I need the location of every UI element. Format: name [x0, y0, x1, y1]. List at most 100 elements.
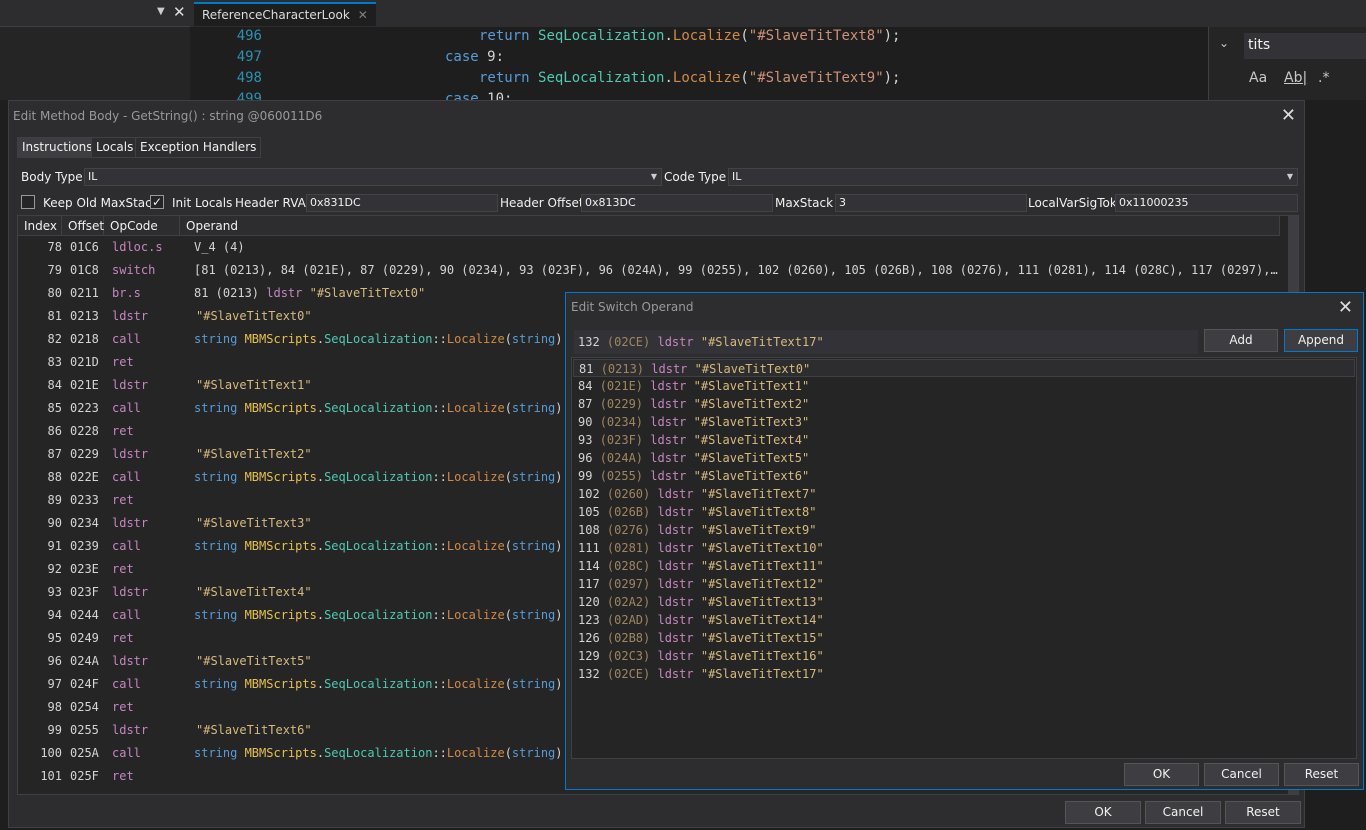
item-string: "#SlaveTitText17"	[700, 667, 824, 681]
ok-button[interactable]: OK	[1065, 801, 1141, 824]
code-token: Localize	[446, 332, 505, 346]
column-header-operand[interactable]: Operand	[180, 216, 1280, 236]
column-header-offset[interactable]: Offset	[62, 216, 104, 236]
list-item[interactable]: 108 (0276) ldstr "#SlaveTitText9"	[578, 521, 816, 539]
cell-index: 82	[47, 332, 62, 346]
tab-locals[interactable]: Locals	[91, 137, 139, 158]
item-opcode: ldstr	[657, 487, 701, 501]
init-locals-checkbox[interactable]: ✓	[150, 195, 164, 209]
item-index: 126	[578, 631, 607, 645]
cell-operand: "#SlaveTitText0"	[196, 309, 312, 323]
header-rva-field[interactable]: 0x831DC	[306, 194, 498, 212]
list-item[interactable]: 114 (028C) ldstr "#SlaveTitText11"	[578, 557, 824, 575]
list-item[interactable]: 87 (0229) ldstr "#SlaveTitText2"	[578, 395, 809, 413]
item-string: "#SlaveTitText13"	[700, 595, 824, 609]
match-case-icon[interactable]: Aa	[1249, 70, 1267, 86]
cell-index: 97	[47, 677, 62, 691]
item-opcode: ldstr	[657, 577, 701, 591]
column-header-opcode[interactable]: OpCode	[104, 216, 180, 236]
chevron-down-icon[interactable]: ⌄	[1219, 36, 1229, 50]
cell-operand: string MBMScripts.SeqLocalization::Local…	[194, 742, 563, 765]
close-icon[interactable]: ✕	[1338, 297, 1353, 318]
table-row[interactable]: 78 01C6 ldloc.s V_4 (4)	[18, 236, 1280, 259]
list-item[interactable]: 90 (0234) ldstr "#SlaveTitText3"	[578, 413, 809, 431]
add-button[interactable]: Add	[1204, 329, 1278, 352]
cell-index: 80	[47, 286, 62, 300]
list-item[interactable]: 84 (021E) ldstr "#SlaveTitText1"	[578, 377, 809, 395]
code-token: Localize	[446, 677, 505, 691]
reset-button[interactable]: Reset	[1225, 801, 1301, 824]
list-item[interactable]: 111 (0281) ldstr "#SlaveTitText10"	[578, 539, 824, 557]
cell-opcode: switch	[112, 263, 156, 277]
cell-offset: 025F	[70, 769, 99, 783]
code-type-select[interactable]: IL ▼	[728, 168, 1298, 186]
cell-index: 88	[47, 470, 62, 484]
list-item[interactable]: 132 (02CE) ldstr "#SlaveTitText17"	[578, 665, 824, 683]
cell-index: 84	[47, 378, 62, 392]
cancel-button[interactable]: Cancel	[1204, 763, 1279, 786]
item-offset: (0255)	[599, 469, 651, 483]
find-input[interactable]: tits	[1244, 33, 1366, 59]
list-item[interactable]: 81 (0213) ldstr "#SlaveTitText0"	[573, 359, 1355, 377]
localvarsigtok-field[interactable]: 0x11000235	[1115, 194, 1298, 212]
cell-opcode: call	[112, 608, 141, 622]
cancel-button[interactable]: Cancel	[1145, 801, 1221, 824]
column-header-index[interactable]: Index	[18, 216, 62, 236]
list-item[interactable]: 99 (0255) ldstr "#SlaveTitText6"	[578, 467, 809, 485]
whole-word-icon[interactable]: Ab|	[1284, 70, 1307, 86]
list-item[interactable]: 120 (02A2) ldstr "#SlaveTitText13"	[578, 593, 824, 611]
operand-string: "#SlaveTitText0"	[309, 286, 426, 300]
maxstack-field[interactable]: 3	[835, 194, 1027, 212]
operand-input[interactable]: 132 (02CE) ldstr "#SlaveTitText17"	[574, 330, 1198, 354]
cell-offset: 0239	[70, 539, 99, 553]
line-number: 498	[236, 70, 262, 86]
header-offset-field[interactable]: 0x813DC	[581, 194, 773, 212]
tab-close-icon[interactable]: ✕	[358, 4, 368, 26]
list-item[interactable]: 123 (02AD) ldstr "#SlaveTitText14"	[578, 611, 824, 629]
table-row[interactable]: 79 01C8 switch [81 (0213), 84 (021E), 87 (0…	[18, 259, 1280, 282]
item-index: 123	[578, 613, 607, 627]
close-icon[interactable]: ✕	[173, 3, 186, 21]
code-token: SeqLocalization	[538, 28, 665, 44]
code-token: (	[504, 401, 512, 415]
list-item[interactable]: 102 (0260) ldstr "#SlaveTitText7"	[578, 485, 816, 503]
cell-offset: 0218	[70, 332, 99, 346]
item-index: 81	[579, 362, 601, 376]
cell-operand: "#SlaveTitText2"	[196, 447, 312, 461]
cell-opcode: ret	[112, 355, 134, 369]
ok-button[interactable]: OK	[1124, 763, 1199, 786]
list-item[interactable]: 93 (023F) ldstr "#SlaveTitText4"	[578, 431, 809, 449]
list-item[interactable]: 105 (026B) ldstr "#SlaveTitText8"	[578, 503, 816, 521]
code-token: .	[664, 70, 673, 86]
append-button[interactable]: Append	[1284, 329, 1358, 352]
switch-targets-list[interactable]: 81 (0213) ldstr "#SlaveTitText0" 84 (021E…	[571, 357, 1357, 759]
list-item[interactable]: 129 (02C3) ldstr "#SlaveTitText16"	[578, 647, 824, 665]
regex-icon[interactable]: .*	[1318, 70, 1329, 86]
code-editor[interactable]: 496 return SeqLocalization.Localize("#Sla…	[192, 27, 1208, 107]
close-icon[interactable]: ✕	[1281, 105, 1296, 126]
cell-operand: string MBMScripts.SeqLocalization::Local…	[194, 397, 563, 420]
tab-instructions[interactable]: Instructions	[17, 137, 98, 158]
tab-exception-handlers[interactable]: Exception Handlers	[135, 137, 262, 158]
code-token: string	[511, 608, 556, 622]
cell-offset: 0255	[70, 723, 99, 737]
reset-button[interactable]: Reset	[1284, 763, 1359, 786]
cell-opcode: call	[112, 539, 141, 553]
code-token: return	[479, 70, 539, 86]
item-string: "#SlaveTitText7"	[700, 487, 817, 501]
keep-old-maxstack-checkbox[interactable]	[21, 195, 35, 209]
code-token: .	[316, 539, 325, 553]
dropdown-arrow-icon: ▼	[1286, 172, 1293, 181]
cell-offset: 0244	[70, 608, 99, 622]
item-offset: (0281)	[606, 541, 658, 555]
cell-opcode: ret	[112, 562, 134, 576]
list-item[interactable]: 96 (024A) ldstr "#SlaveTitText5"	[578, 449, 809, 467]
code-token: )	[555, 677, 563, 691]
list-item[interactable]: 126 (02B8) ldstr "#SlaveTitText15"	[578, 629, 824, 647]
body-type-select[interactable]: IL ▼	[84, 168, 662, 186]
cell-index: 78	[47, 240, 62, 254]
dropdown-arrow-icon[interactable]: ▼	[157, 6, 165, 17]
list-item[interactable]: 117 (0297) ldstr "#SlaveTitText12"	[578, 575, 824, 593]
code-token: string	[511, 332, 556, 346]
tab-reference-character-look[interactable]: ReferenceCharacterLook ✕	[194, 2, 376, 26]
